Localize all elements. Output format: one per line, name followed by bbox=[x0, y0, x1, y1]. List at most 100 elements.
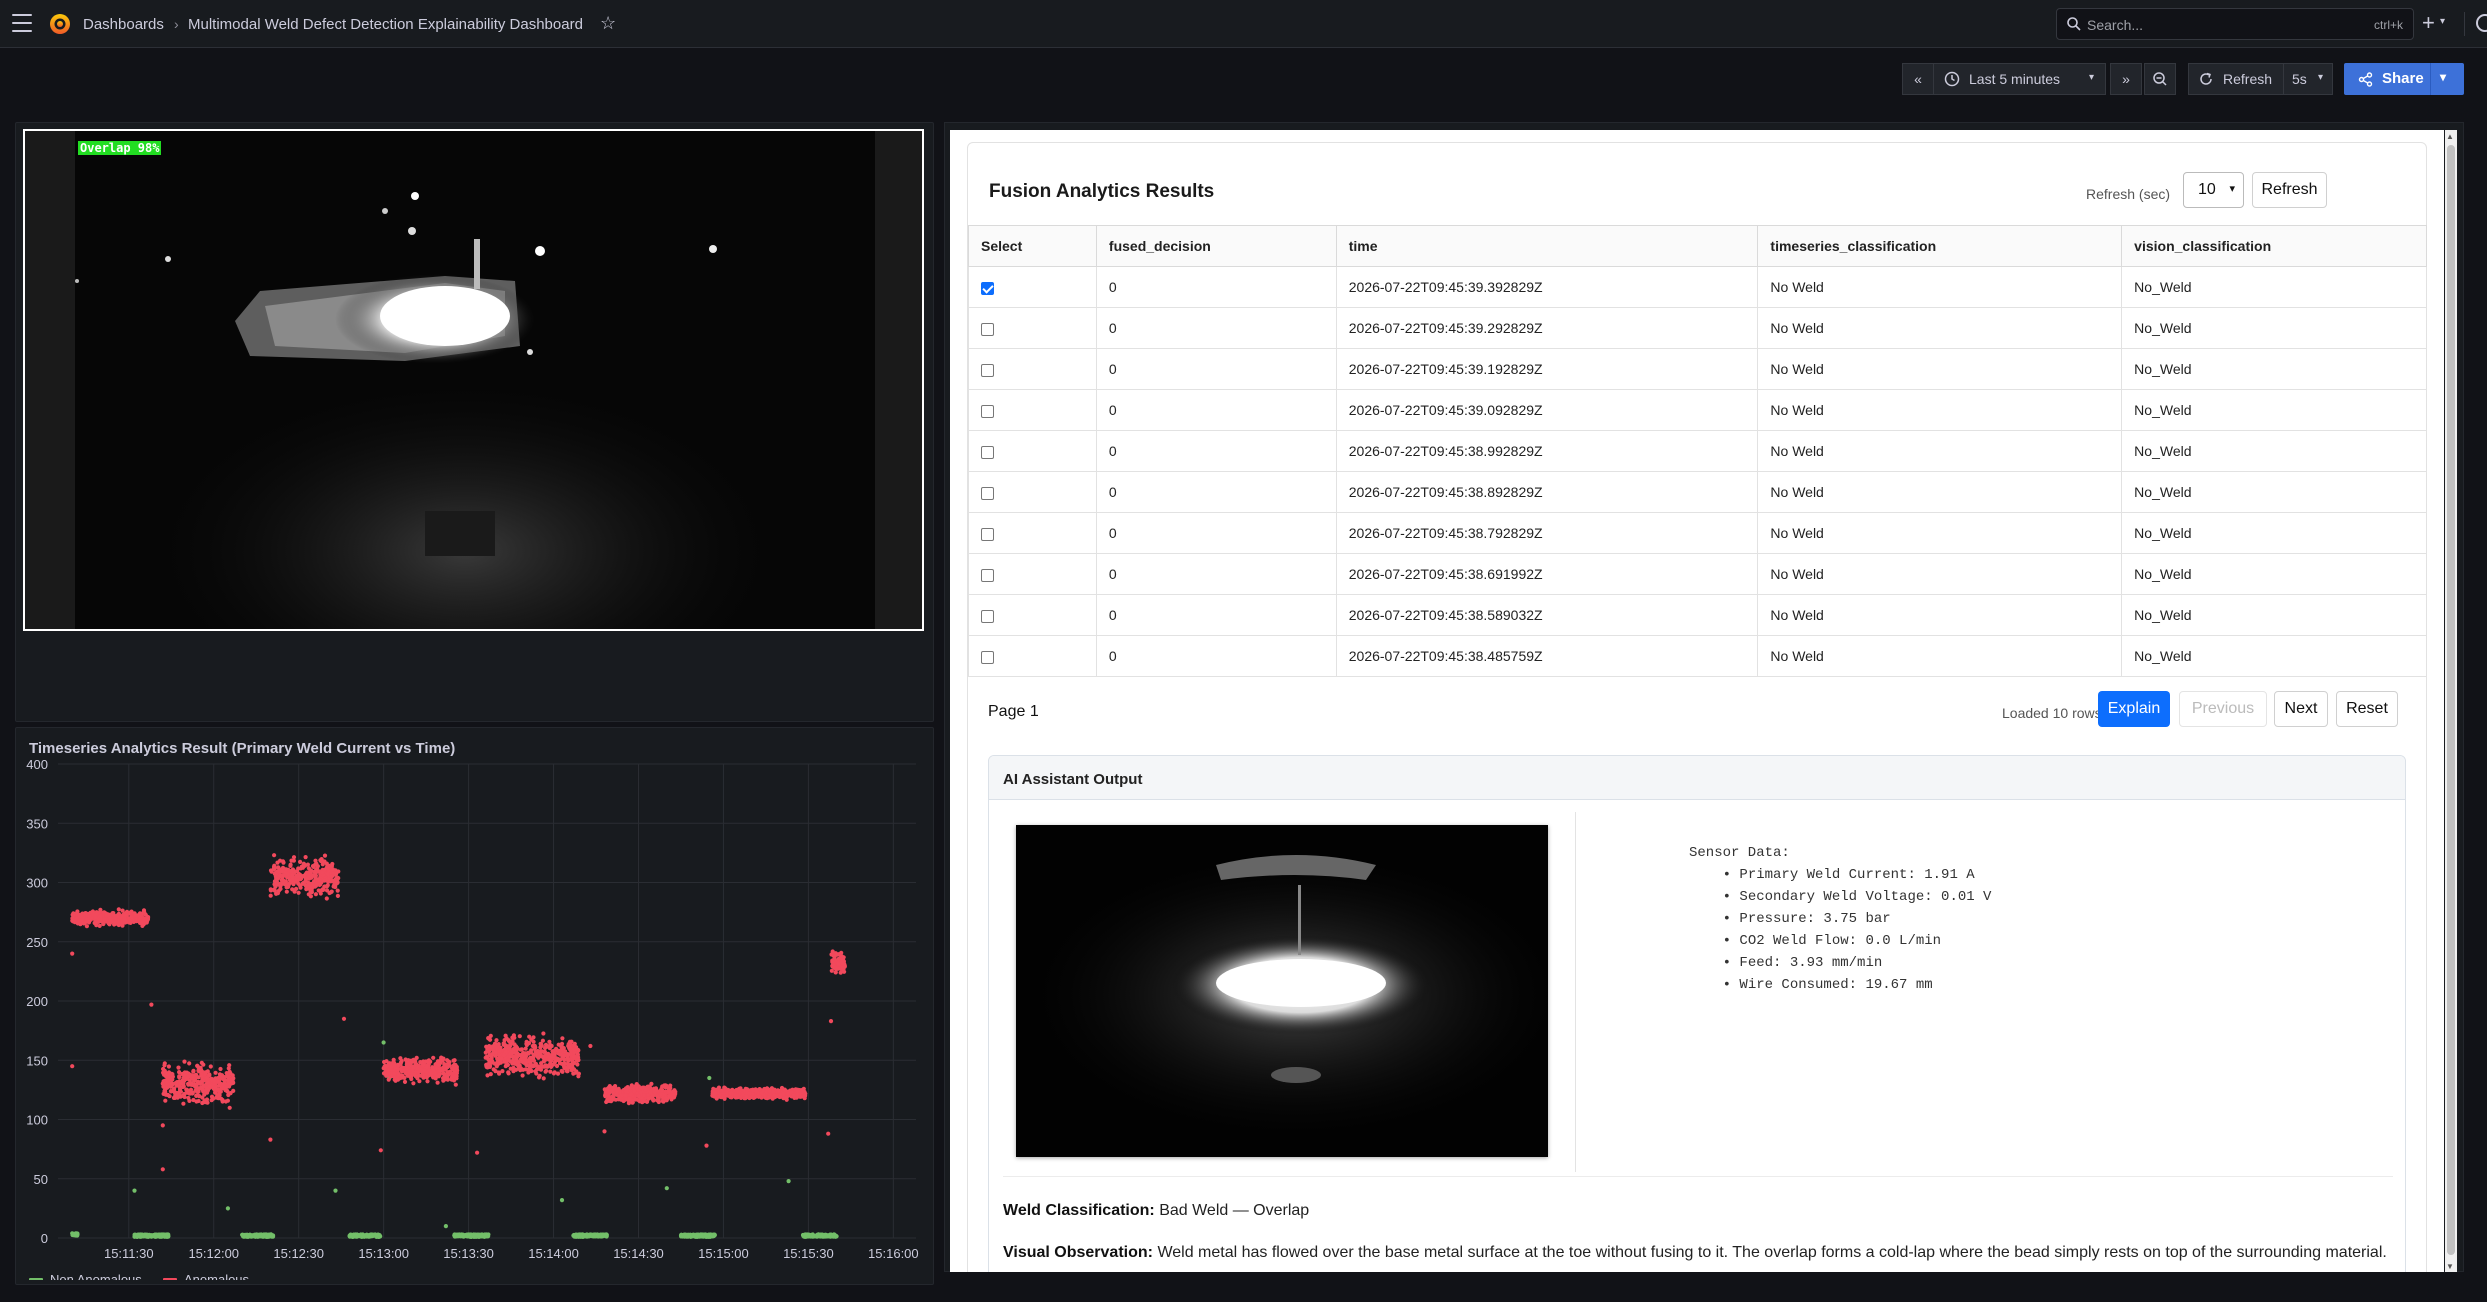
data-point bbox=[442, 1076, 447, 1081]
y-tick-label: 200 bbox=[26, 994, 48, 1009]
breadcrumb-dashboards[interactable]: Dashboards bbox=[83, 16, 164, 33]
refresh-seconds-select[interactable]: 10 ▾ bbox=[2183, 172, 2244, 208]
column-header[interactable]: Select bbox=[968, 225, 1097, 267]
table-row[interactable]: 0 2026-07-22T09:45:38.589032Z No Weld No_We… bbox=[968, 594, 2427, 636]
data-point bbox=[630, 1100, 635, 1105]
time-shift-back-button[interactable]: « bbox=[1902, 63, 1934, 95]
table-row[interactable]: 0 2026-07-22T09:45:39.092829Z No Weld No_We… bbox=[968, 389, 2427, 431]
table-row[interactable]: 0 2026-07-22T09:45:39.192829Z No Weld No_We… bbox=[968, 348, 2427, 390]
data-point bbox=[225, 1206, 230, 1211]
data-point bbox=[517, 1063, 522, 1068]
scroll-up-icon[interactable]: ▲ bbox=[2446, 132, 2454, 141]
explain-button[interactable]: Explain bbox=[2098, 691, 2170, 727]
row-select-checkbox[interactable] bbox=[981, 281, 994, 295]
data-point bbox=[242, 1233, 247, 1238]
data-point bbox=[272, 853, 277, 858]
select-cell bbox=[968, 512, 1097, 554]
row-select-checkbox[interactable] bbox=[981, 404, 994, 418]
data-point bbox=[285, 872, 290, 877]
row-select-checkbox[interactable] bbox=[981, 322, 994, 336]
breadcrumb-separator: › bbox=[174, 16, 179, 32]
fusion-refresh-button[interactable]: Refresh bbox=[2252, 172, 2327, 208]
data-point bbox=[799, 1088, 804, 1093]
reset-button[interactable]: Reset bbox=[2336, 691, 2398, 727]
next-button[interactable]: Next bbox=[2274, 691, 2328, 727]
table-row[interactable]: 0 2026-07-22T09:45:39.392829Z No Weld No_We… bbox=[968, 266, 2427, 308]
table-row[interactable]: 0 2026-07-22T09:45:39.292829Z No Weld No_We… bbox=[968, 307, 2427, 349]
data-point bbox=[551, 1054, 556, 1059]
column-header[interactable]: timeseries_classification bbox=[1757, 225, 2123, 267]
data-point bbox=[320, 870, 325, 875]
sensor-data-header: Sensor Data: bbox=[1689, 845, 1790, 861]
timeseries-scatter-chart[interactable]: 0 50 100 150 200 250 300 350 400 15:11:30 15:12:00… bbox=[16, 740, 933, 1280]
data-point bbox=[632, 1089, 637, 1094]
table-row[interactable]: 0 2026-07-22T09:45:38.485759Z No Weld No_We… bbox=[968, 635, 2427, 677]
column-header[interactable]: vision_classification bbox=[2121, 225, 2427, 267]
data-point bbox=[664, 1186, 669, 1191]
row-select-checkbox[interactable] bbox=[981, 650, 994, 664]
share-button[interactable]: Share ▾ bbox=[2344, 63, 2464, 95]
data-point bbox=[468, 1232, 473, 1237]
grafana-logo-icon[interactable] bbox=[48, 12, 72, 36]
zoom-out-button[interactable] bbox=[2144, 63, 2176, 95]
data-point bbox=[512, 1060, 517, 1065]
table-row[interactable]: 0 2026-07-22T09:45:38.691992Z No Weld No_We… bbox=[968, 553, 2427, 595]
row-select-checkbox[interactable] bbox=[981, 363, 994, 377]
data-point bbox=[527, 1067, 533, 1072]
scrollbar-thumb[interactable] bbox=[2447, 145, 2455, 1255]
data-point bbox=[324, 896, 329, 901]
data-point bbox=[305, 862, 310, 867]
data-point bbox=[84, 924, 89, 929]
column-header[interactable]: time bbox=[1335, 225, 1759, 267]
refresh-interval-picker[interactable]: 5s ▾ bbox=[2283, 63, 2333, 95]
menu-icon[interactable] bbox=[12, 14, 32, 32]
data-point bbox=[649, 1081, 654, 1086]
data-point bbox=[538, 1045, 543, 1050]
refresh-dashboard-button[interactable]: Refresh bbox=[2188, 63, 2284, 95]
row-select-checkbox[interactable] bbox=[981, 527, 994, 541]
data-point bbox=[402, 1079, 408, 1084]
cell-time: 2026-07-22T09:45:39.192829Z bbox=[1335, 348, 1759, 390]
data-point bbox=[527, 1060, 532, 1065]
data-point bbox=[320, 887, 325, 892]
time-range-picker[interactable]: Last 5 minutes ▾ bbox=[1933, 63, 2106, 95]
row-select-checkbox[interactable] bbox=[981, 486, 994, 500]
star-icon[interactable]: ☆ bbox=[600, 13, 616, 34]
sensor-item: • CO2 Weld Flow: 0.0 L/min bbox=[1689, 933, 1942, 949]
data-point bbox=[541, 1076, 546, 1081]
x-tick-label: 15:11:30 bbox=[104, 1246, 154, 1261]
table-row[interactable]: 0 2026-07-22T09:45:38.792829Z No Weld No_We… bbox=[968, 512, 2427, 554]
row-select-checkbox[interactable] bbox=[981, 609, 994, 623]
help-icon[interactable] bbox=[2476, 14, 2487, 32]
data-point bbox=[296, 890, 301, 895]
previous-button[interactable]: Previous bbox=[2179, 691, 2267, 727]
data-point bbox=[567, 1065, 572, 1070]
row-select-checkbox[interactable] bbox=[981, 568, 994, 582]
chevron-down-icon[interactable]: ▾ bbox=[2440, 70, 2446, 84]
data-point bbox=[463, 1232, 469, 1238]
visual-observation: Visual Observation: Weld metal has flowe… bbox=[1003, 1244, 2387, 1262]
data-point bbox=[123, 913, 128, 918]
add-icon[interactable]: + bbox=[2422, 10, 2435, 36]
data-point bbox=[133, 913, 138, 918]
zoom-out-icon bbox=[2153, 72, 2167, 86]
chevron-down-icon[interactable]: ▾ bbox=[2440, 16, 2445, 27]
row-select-checkbox[interactable] bbox=[981, 445, 994, 459]
table-row[interactable]: 0 2026-07-22T09:45:38.992829Z No Weld No_We… bbox=[968, 430, 2427, 472]
data-point bbox=[595, 1233, 600, 1238]
cell-vision-classification: No_Weld bbox=[2121, 430, 2427, 472]
time-shift-forward-button[interactable]: » bbox=[2110, 63, 2142, 95]
table-row[interactable]: 0 2026-07-22T09:45:38.892829Z No Weld No_We… bbox=[968, 471, 2427, 513]
search-input[interactable]: Search... ctrl+k bbox=[2056, 8, 2414, 40]
column-header[interactable]: fused_decision bbox=[1095, 225, 1337, 267]
data-point bbox=[502, 1059, 507, 1064]
data-point bbox=[382, 1059, 387, 1065]
cell-fused-decision: 0 bbox=[1095, 471, 1337, 513]
data-point bbox=[199, 1073, 204, 1078]
sensor-item: • Wire Consumed: 19.67 mm bbox=[1689, 977, 1933, 993]
scroll-down-icon[interactable]: ▼ bbox=[2446, 1262, 2454, 1271]
data-point bbox=[603, 1093, 608, 1098]
data-point bbox=[754, 1089, 759, 1094]
data-point bbox=[225, 1088, 230, 1093]
data-point bbox=[410, 1071, 415, 1076]
